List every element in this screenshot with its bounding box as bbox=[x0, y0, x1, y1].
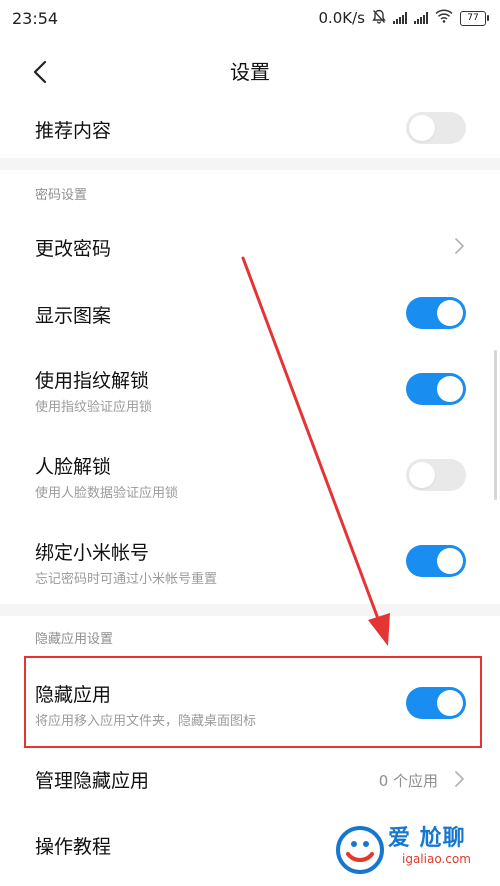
row-title: 管理隐藏应用 bbox=[35, 770, 150, 792]
scrollbar[interactable] bbox=[494, 350, 497, 500]
toggle-knob bbox=[409, 462, 435, 488]
row-change-password[interactable]: 更改密码 bbox=[0, 214, 500, 278]
battery-level: 77 bbox=[467, 12, 479, 23]
row-title: 更改密码 bbox=[35, 238, 112, 260]
row-recommend-content[interactable]: 推荐内容 bbox=[0, 106, 500, 158]
section-header-hidden-apps: 隐藏应用设置 bbox=[35, 632, 114, 647]
status-time: 23:54 bbox=[12, 8, 59, 28]
row-title: 人脸解锁 bbox=[35, 456, 112, 478]
row-face-unlock[interactable]: 人脸解锁 使用人脸数据验证应用锁 bbox=[0, 438, 500, 518]
highlight-box bbox=[24, 656, 482, 748]
row-title: 操作教程 bbox=[35, 836, 112, 858]
toggle-knob bbox=[437, 300, 463, 326]
row-subtitle: 忘记密码时可通过小米帐号重置 bbox=[35, 572, 218, 587]
section-header-password: 密码设置 bbox=[35, 188, 88, 203]
section-divider bbox=[0, 158, 500, 170]
page-title: 设置 bbox=[230, 60, 270, 84]
section-divider bbox=[0, 604, 500, 616]
row-fingerprint-unlock[interactable]: 使用指纹解锁 使用指纹验证应用锁 bbox=[0, 352, 500, 432]
watermark-logo bbox=[336, 826, 384, 874]
face-unlock-toggle[interactable] bbox=[406, 459, 466, 491]
row-show-pattern[interactable]: 显示图案 bbox=[0, 282, 500, 346]
toggle-knob bbox=[409, 115, 435, 141]
battery-icon: 77 bbox=[460, 10, 489, 26]
fingerprint-unlock-toggle[interactable] bbox=[406, 373, 466, 405]
row-title: 推荐内容 bbox=[35, 120, 112, 142]
row-title: 显示图案 bbox=[35, 305, 112, 327]
watermark: 爱 尬聊 igaliao.com bbox=[334, 812, 494, 882]
chevron-right-icon bbox=[455, 238, 464, 254]
row-title: 使用指纹解锁 bbox=[35, 370, 150, 392]
network-speed: 0.0K/s bbox=[318, 9, 365, 27]
row-manage-hidden-apps[interactable]: 管理隐藏应用 0 个应用 bbox=[0, 748, 500, 812]
row-bind-mi-account[interactable]: 绑定小米帐号 忘记密码时可通过小米帐号重置 bbox=[0, 524, 500, 604]
hidden-app-count: 0 个应用 bbox=[378, 772, 438, 790]
chevron-right-icon bbox=[455, 771, 464, 787]
row-subtitle: 使用人脸数据验证应用锁 bbox=[35, 486, 179, 501]
wifi-icon bbox=[435, 9, 453, 27]
watermark-brand: 爱 尬聊 bbox=[388, 826, 466, 851]
signal-icon bbox=[414, 12, 428, 24]
toggle-knob bbox=[437, 376, 463, 402]
mi-account-toggle[interactable] bbox=[406, 545, 466, 577]
show-pattern-toggle[interactable] bbox=[406, 297, 466, 329]
row-subtitle: 使用指纹验证应用锁 bbox=[35, 400, 153, 415]
signal-icon bbox=[393, 12, 407, 24]
recommend-content-toggle[interactable] bbox=[406, 112, 466, 144]
nav-bar: 设置 bbox=[0, 36, 500, 106]
watermark-url: igaliao.com bbox=[402, 852, 471, 866]
status-bar: 23:54 0.0K/s 77 bbox=[0, 0, 500, 36]
status-icons: 0.0K/s 77 bbox=[318, 9, 489, 28]
row-title: 绑定小米帐号 bbox=[35, 542, 150, 564]
toggle-knob bbox=[437, 548, 463, 574]
mute-bell-icon bbox=[372, 9, 386, 28]
